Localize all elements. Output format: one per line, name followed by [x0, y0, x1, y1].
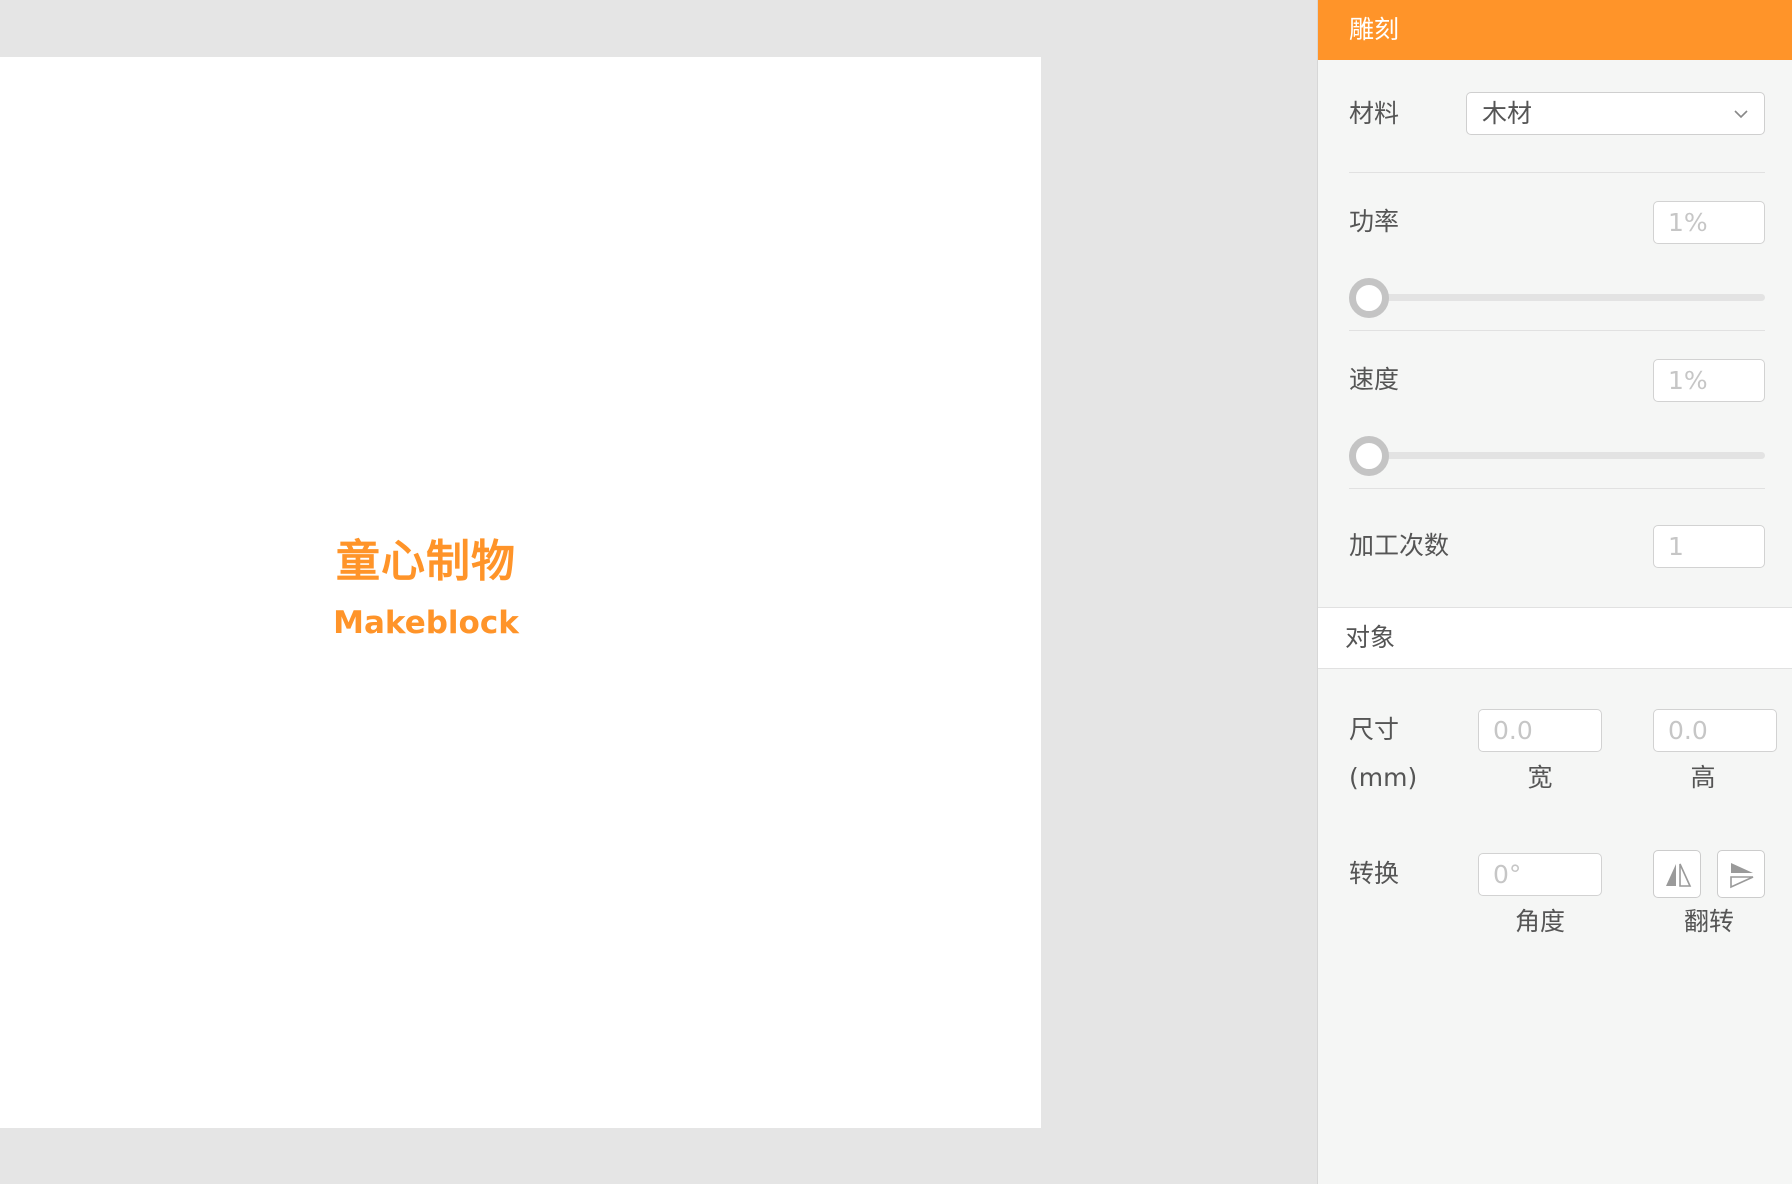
canvas-logo-object[interactable]: 童心制物 Makeblock [326, 535, 526, 643]
artboard[interactable]: 童心制物 Makeblock [0, 57, 1041, 1128]
power-slider-track[interactable] [1349, 294, 1765, 301]
passes-label: 加工次数 [1349, 531, 1450, 560]
flip-vertical-icon [1730, 863, 1754, 889]
power-input-placeholder: 1% [1668, 208, 1708, 237]
panel-header: 雕刻 [1318, 0, 1792, 60]
speed-slider-track[interactable] [1349, 452, 1765, 459]
speed-slider-handle[interactable] [1349, 436, 1389, 476]
angle-input[interactable]: 0° [1478, 853, 1602, 896]
size-unit: (mm) [1349, 763, 1418, 792]
chevron-down-icon [1734, 110, 1748, 119]
power-input[interactable]: 1% [1653, 201, 1765, 244]
panel-title: 雕刻 [1349, 15, 1400, 44]
divider [1349, 172, 1765, 173]
size-label: 尺寸 [1349, 715, 1400, 744]
material-select[interactable]: 木材 [1466, 92, 1765, 135]
flip-caption: 翻转 [1683, 907, 1734, 936]
flip-horizontal-button[interactable] [1653, 850, 1701, 898]
object-section-title: 对象 [1345, 623, 1396, 652]
speed-input-placeholder: 1% [1668, 366, 1708, 395]
workspace[interactable]: 童心制物 Makeblock [0, 0, 1317, 1184]
height-input[interactable]: 0.0 [1653, 709, 1777, 752]
height-caption: 高 [1690, 763, 1716, 792]
speed-input[interactable]: 1% [1653, 359, 1765, 402]
width-caption: 宽 [1527, 763, 1553, 792]
width-input-placeholder: 0.0 [1493, 716, 1533, 745]
material-label: 材料 [1349, 99, 1400, 128]
divider [1349, 488, 1765, 489]
power-slider-handle[interactable] [1349, 278, 1389, 318]
passes-input-placeholder: 1 [1668, 532, 1684, 561]
angle-caption: 角度 [1514, 907, 1565, 936]
logo-text-chinese: 童心制物 [336, 536, 516, 587]
properties-panel: 雕刻 材料 木材 功率 1% 速度 1% 加工次数 1 对象 尺寸 (mm) 0… [1317, 0, 1792, 1184]
transform-label: 转换 [1349, 859, 1400, 888]
passes-input[interactable]: 1 [1653, 525, 1765, 568]
flip-horizontal-icon [1666, 863, 1692, 887]
speed-label: 速度 [1349, 365, 1400, 394]
object-section-header: 对象 [1318, 607, 1792, 669]
material-value: 木材 [1482, 99, 1533, 128]
width-input[interactable]: 0.0 [1478, 709, 1602, 752]
height-input-placeholder: 0.0 [1668, 716, 1708, 745]
logo-text-english: Makeblock [333, 605, 519, 641]
flip-vertical-button[interactable] [1717, 850, 1765, 898]
power-label: 功率 [1349, 207, 1400, 236]
angle-input-placeholder: 0° [1493, 860, 1522, 889]
divider [1349, 330, 1765, 331]
